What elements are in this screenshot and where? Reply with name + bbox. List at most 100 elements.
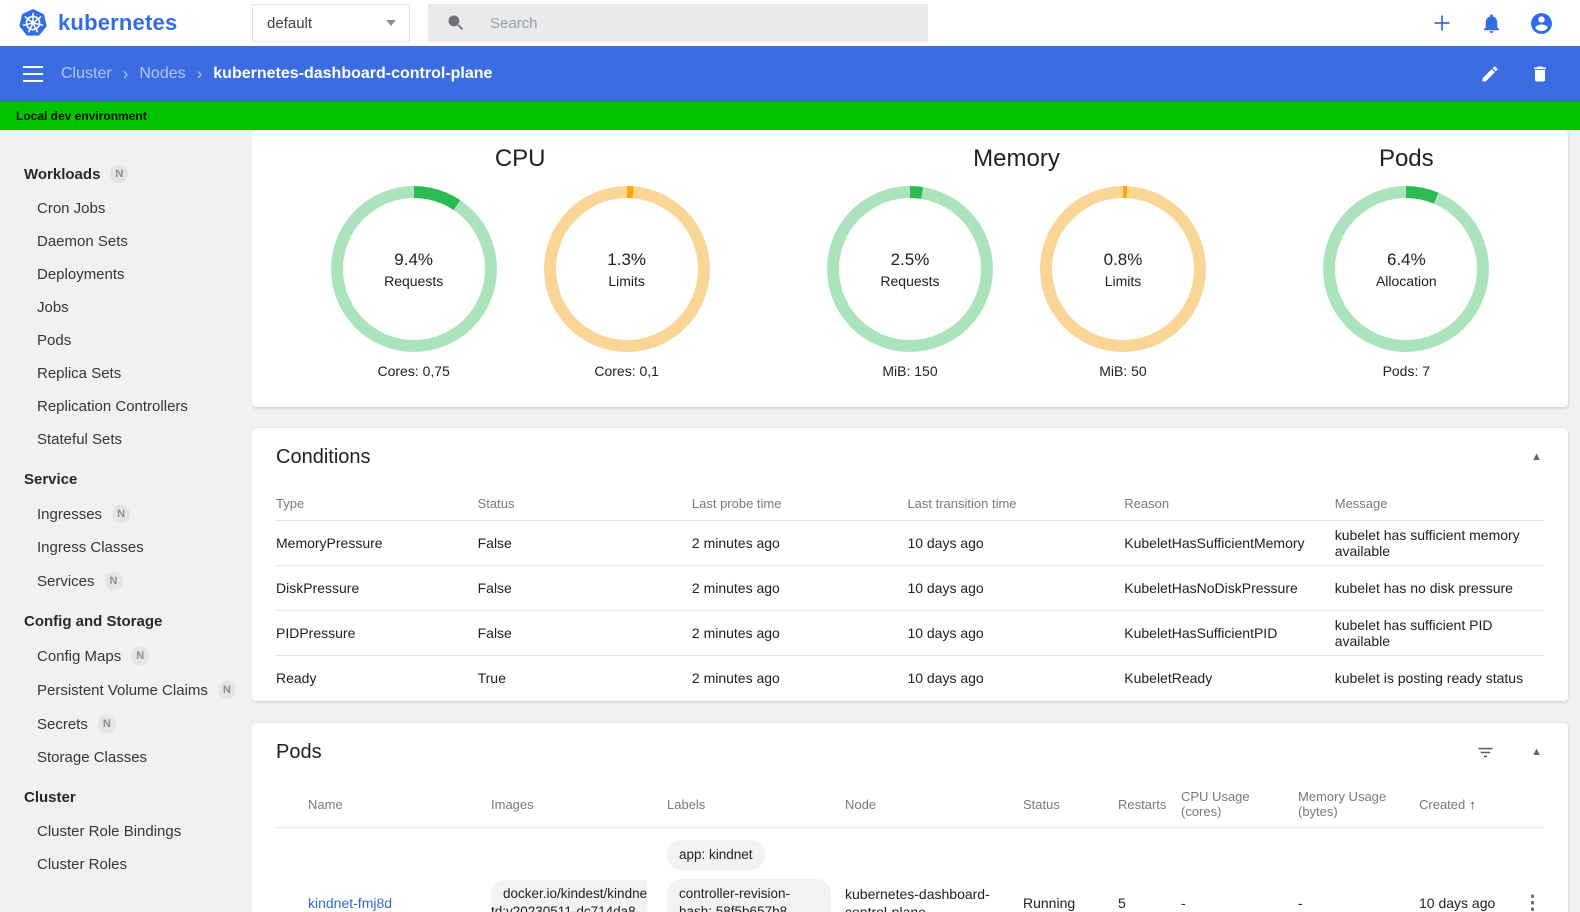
sidebar-item-persistent-volume-claims[interactable]: Persistent Volume Claims N	[0, 673, 252, 707]
pods-card: Pods ▲ Name Images Labels Node Status Re…	[252, 723, 1568, 912]
donut-percent: 1.3%	[607, 249, 647, 269]
sidebar-item-ingresses[interactable]: Ingresses N	[0, 497, 252, 531]
n-badge: N	[112, 505, 131, 523]
sidebar-header-workloads[interactable]: Workloads N	[0, 156, 252, 192]
sidebar-item-replica-sets[interactable]: Replica Sets	[0, 357, 252, 390]
condition-type: DiskPressure	[276, 580, 360, 596]
column-header: Last probe time	[691, 495, 782, 511]
sidebar-item-storage-classes[interactable]: Storage Classes	[0, 741, 252, 774]
bell-icon	[1480, 12, 1503, 35]
sidebar-item-cron-jobs[interactable]: Cron Jobs	[0, 192, 252, 225]
cpu-requests-donut: 9.4% Requests	[330, 186, 497, 352]
donut-percent: 2.5%	[890, 249, 930, 269]
account-button[interactable]	[1529, 11, 1554, 36]
kubernetes-logo-icon	[18, 8, 48, 38]
sidebar-item-deployments[interactable]: Deployments	[0, 258, 252, 291]
pods-allocation-donut: 6.4% Allocation	[1323, 186, 1490, 352]
collapse-icon: ▲	[1531, 450, 1542, 463]
filter-button[interactable]	[1476, 743, 1495, 762]
donut-caption: Pods: 7	[1382, 363, 1431, 379]
n-badge: N	[131, 647, 150, 665]
n-badge: N	[110, 165, 129, 183]
sidebar-item-jobs[interactable]: Jobs	[0, 291, 252, 324]
table-row: MemoryPressure False 2 minutes ago 10 da…	[276, 520, 1544, 565]
delete-button[interactable]	[1530, 64, 1550, 84]
column-header: Message	[1334, 495, 1388, 511]
pod-name-link[interactable]: kindnet-fmj8d	[308, 895, 392, 911]
memory-requests-donut: 2.5% Requests	[826, 186, 993, 352]
allocation-card: CPU 9.4% Requests Cores: 0,75 1.3% Limit…	[252, 130, 1568, 407]
sidebar-item-label: Jobs	[37, 299, 69, 316]
sidebar-item-daemon-sets[interactable]: Daemon Sets	[0, 225, 252, 258]
table-row: DiskPressure False 2 minutes ago 10 days…	[276, 565, 1544, 610]
column-header: Node	[845, 796, 877, 812]
sidebar-header-config-and-storage: Config and Storage	[0, 604, 252, 639]
memory-limits-donut: 0.8% Limits	[1039, 186, 1206, 352]
sidebar-item-label: Replication Controllers	[37, 398, 188, 415]
condition-status: True	[477, 670, 506, 686]
breadcrumb-cluster[interactable]: Cluster	[61, 65, 112, 83]
pods-collapse-button[interactable]: ▲	[1529, 743, 1544, 762]
kubernetes-dashboard: kubernetes default Search Cluster › Node…	[0, 0, 1580, 912]
column-header-created[interactable]: Created ↑	[1419, 797, 1517, 812]
sidebar-item-config-maps[interactable]: Config Maps N	[0, 639, 252, 673]
donut-percent: 6.4%	[1386, 249, 1426, 269]
pods-title: Pods	[276, 740, 322, 763]
sidebar-item-secrets[interactable]: Secrets N	[0, 707, 252, 741]
chart-group-title: CPU	[494, 145, 546, 172]
column-header: CPU Usage (cores)	[1181, 789, 1250, 819]
condition-probe-time: 2 minutes ago	[691, 625, 780, 641]
column-header: Status	[477, 495, 515, 511]
donut-label: Requests	[880, 272, 940, 289]
conditions-collapse-button[interactable]: ▲	[1529, 448, 1544, 467]
donut-label: Limits	[608, 272, 645, 289]
column-header: Memory Usage (bytes)	[1298, 789, 1387, 819]
sidebar-item-label: Stateful Sets	[37, 431, 123, 448]
sidebar-item-cluster-roles[interactable]: Cluster Roles	[0, 848, 252, 881]
toolbar: Cluster › Nodes › kubernetes-dashboard-c…	[0, 46, 1580, 102]
sidebar-header-label: Config and Storage	[24, 613, 163, 630]
sidebar-section-service: Service Ingresses N Ingress Classes Serv…	[0, 462, 252, 598]
donut-label: Allocation	[1375, 272, 1437, 289]
chart-group-title: Pods	[1378, 145, 1434, 172]
conditions-table-header: Type Status Last probe time Last transit…	[276, 486, 1544, 520]
pod-node-cell: kubernetes-dashboard-control-plane	[845, 885, 990, 912]
filter-icon	[1476, 743, 1495, 762]
sidebar-item-label: Storage Classes	[37, 749, 148, 766]
chart-group-pods: Pods 6.4% Allocation Pods: 7	[1300, 145, 1513, 379]
search-input[interactable]	[488, 13, 916, 33]
condition-reason: KubeletHasSufficientMemory	[1124, 535, 1305, 551]
sidebar-item-services[interactable]: Services N	[0, 564, 252, 598]
breadcrumb-separator-icon: ›	[196, 64, 203, 83]
app-header: kubernetes default	[0, 0, 1580, 46]
condition-message: kubelet has no disk pressure	[1334, 580, 1513, 596]
column-header: Name	[308, 796, 343, 812]
notifications-button[interactable]	[1480, 12, 1503, 35]
sidebar-item-cluster-role-bindings[interactable]: Cluster Role Bindings	[0, 815, 252, 848]
search-bar[interactable]	[428, 4, 928, 42]
edit-button[interactable]	[1480, 64, 1500, 84]
namespace-select[interactable]: default	[252, 4, 410, 42]
sidebar-item-replication-controllers[interactable]: Replication Controllers	[0, 390, 252, 423]
condition-status: False	[477, 535, 512, 551]
pod-actions-menu-button[interactable]: ⋮	[1517, 890, 1548, 912]
sidebar-item-stateful-sets[interactable]: Stateful Sets	[0, 423, 252, 456]
chart-group-title: Memory	[973, 145, 1060, 172]
table-row: Ready True 2 minutes ago 10 days ago Kub…	[276, 655, 1544, 700]
sidebar-item-label: Deployments	[37, 266, 125, 283]
menu-button[interactable]	[15, 58, 51, 90]
sidebar-item-ingress-classes[interactable]: Ingress Classes	[0, 531, 252, 564]
brand[interactable]: kubernetes	[0, 8, 252, 38]
create-button[interactable]	[1430, 11, 1454, 35]
donut-label: Requests	[384, 272, 444, 289]
breadcrumb-nodes[interactable]: Nodes	[139, 65, 185, 83]
sidebar-item-label: Config Maps	[37, 647, 122, 665]
column-header: Images	[491, 796, 534, 812]
kebab-icon: ⋮	[1523, 892, 1542, 912]
sidebar-item-pods[interactable]: Pods	[0, 324, 252, 357]
condition-reason: KubeletHasSufficientPID	[1124, 625, 1278, 641]
sidebar-item-label: Secrets	[37, 715, 88, 733]
sidebar-item-label: Cluster Role Bindings	[37, 823, 182, 840]
conditions-title: Conditions	[276, 445, 371, 468]
sidebar-section-cluster: Cluster Cluster Role Bindings Cluster Ro…	[0, 780, 252, 881]
